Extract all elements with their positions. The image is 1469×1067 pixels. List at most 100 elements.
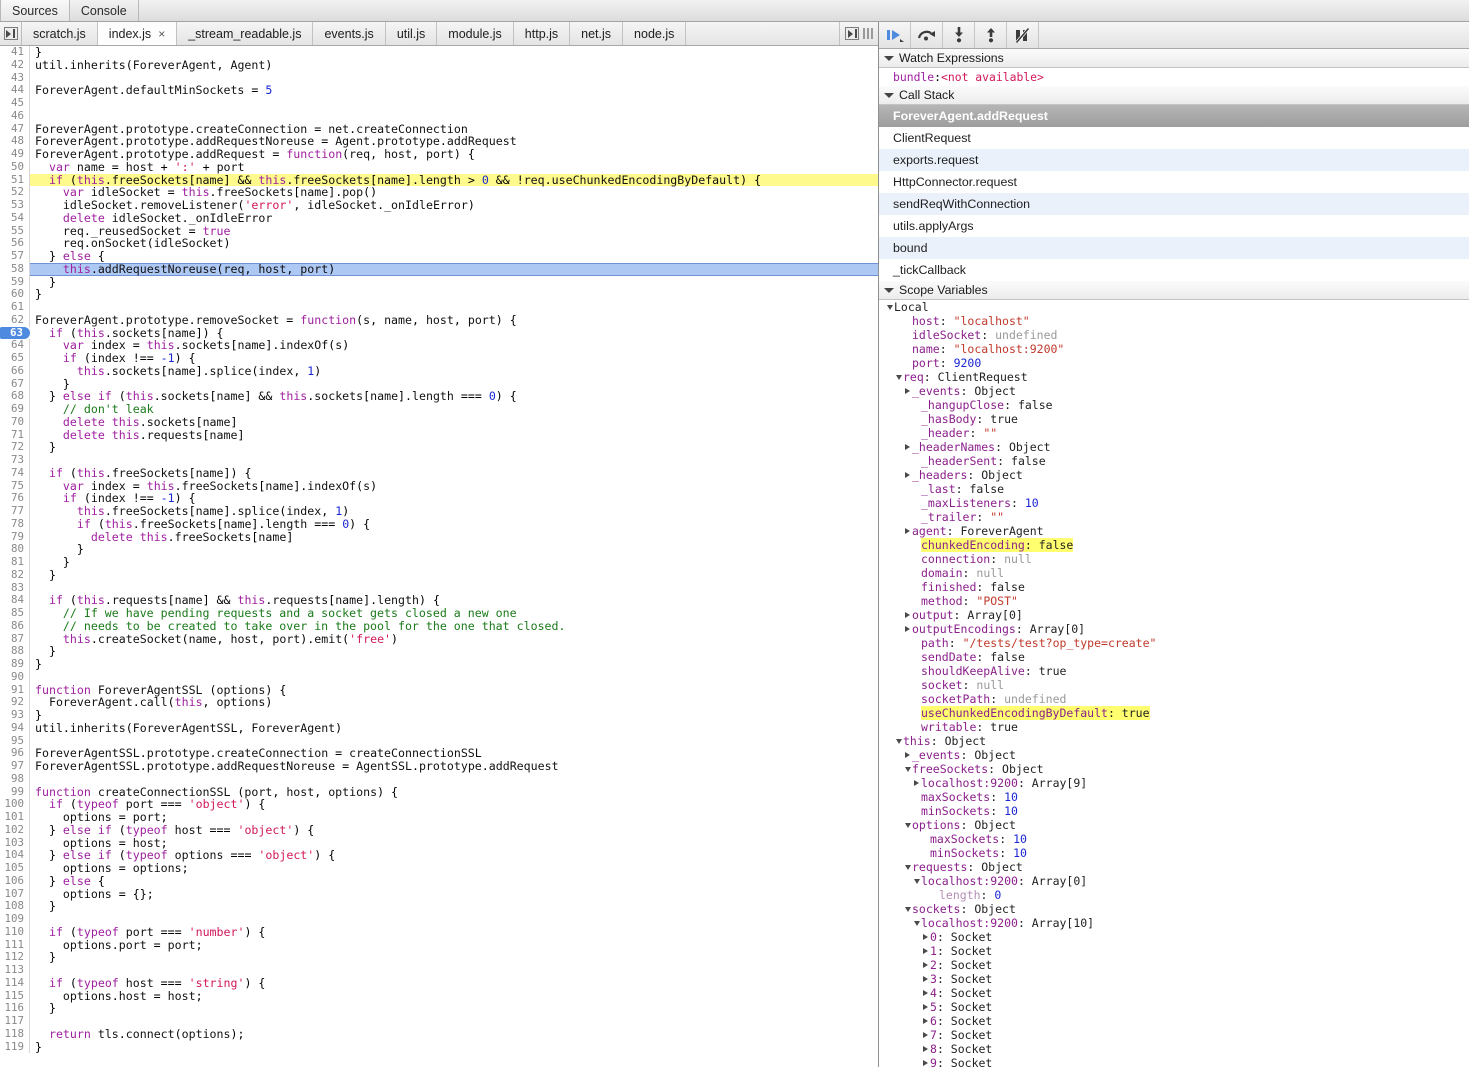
scope-variable-row[interactable]: _last: false [879,482,1469,496]
scope-variables-header[interactable]: Scope Variables [879,281,1469,300]
line-number[interactable]: 117 [0,1014,30,1028]
chevron-right-icon[interactable] [903,752,912,758]
call-stack-frame[interactable]: utils.applyArgs [879,215,1469,237]
line-number[interactable]: 61 [0,300,30,314]
code-line[interactable]: 41} [0,46,878,59]
line-number[interactable]: 73 [0,453,30,467]
scope-variable-row[interactable]: _hangupClose: false [879,398,1469,412]
line-number[interactable]: 58 [0,262,30,276]
line-number[interactable]: 102 [0,823,30,837]
scope-variable-row[interactable]: agent: ForeverAgent [879,524,1469,538]
scope-variable-row[interactable]: _events: Object [879,748,1469,762]
scope-variable-row[interactable]: _headerSent: false [879,454,1469,468]
code-line[interactable]: 74 if (this.freeSockets[name]) { [0,466,878,480]
line-number[interactable]: 70 [0,415,30,429]
line-number[interactable]: 86 [0,619,30,633]
scope-variable-row[interactable]: localhost:9200: Array[0] [879,874,1469,888]
chevron-right-icon[interactable] [903,528,912,534]
scope-variable-row[interactable]: connection: null [879,552,1469,566]
code-line[interactable]: 81 } [0,555,878,569]
code-line[interactable]: 44 ForeverAgent.defaultMinSockets = 5 [0,83,878,97]
resume-script-execution-button[interactable] [879,22,911,48]
line-number[interactable]: 69 [0,402,30,416]
code-line[interactable]: 58 this.addRequestNoreuse(req, host, por… [0,262,878,276]
scope-variable-row[interactable]: shouldKeepAlive: true [879,664,1469,678]
scope-variable-row[interactable]: maxSockets: 10 [879,790,1469,804]
chevron-down-icon[interactable] [903,822,912,828]
line-number[interactable]: 49 [0,147,30,161]
scope-variable-row[interactable]: _headerNames: Object [879,440,1469,454]
resize-grip-icon[interactable] [863,28,873,39]
call-stack-frame[interactable]: _tickCallback [879,259,1469,281]
line-number[interactable]: 57 [0,249,30,263]
line-number[interactable]: 45 [0,96,30,110]
scope-variable-row[interactable]: _trailer: "" [879,510,1469,524]
chevron-down-icon[interactable] [912,878,921,884]
file-tab-_stream_readable-js[interactable]: _stream_readable.js [177,22,314,45]
call-stack-frame[interactable]: exports.request [879,149,1469,171]
deactivate-breakpoints-button[interactable] [1007,22,1039,48]
scope-variable-row[interactable]: method: "POST" [879,594,1469,608]
code-line[interactable]: 107 options = {}; [0,887,878,901]
scope-variable-row[interactable]: domain: null [879,566,1469,580]
scope-variable-row[interactable]: _headers: Object [879,468,1469,482]
line-number[interactable]: 118 [0,1027,30,1041]
chevron-down-icon[interactable] [903,864,912,870]
line-number[interactable]: 93 [0,708,30,722]
close-icon[interactable]: × [158,28,165,40]
scope-variable-row[interactable]: 7: Socket [879,1028,1469,1042]
line-number[interactable]: 54 [0,211,30,225]
code-line[interactable]: 66 this.sockets[name].splice(index, 1) [0,364,878,378]
chevron-right-icon[interactable] [921,1018,930,1024]
scope-variable-row[interactable]: writable: true [879,720,1469,734]
scope-variable-row[interactable]: _header: "" [879,426,1469,440]
line-number[interactable]: 62 [0,313,30,327]
chevron-down-icon[interactable] [894,374,903,380]
scope-variable-row[interactable]: requests: Object [879,860,1469,874]
line-number[interactable]: 81 [0,555,30,569]
file-tab-node-js[interactable]: node.js [623,22,687,45]
scope-variable-row[interactable]: freeSockets: Object [879,762,1469,776]
scope-variable-row[interactable]: sockets: Object [879,902,1469,916]
line-number[interactable]: 110 [0,925,30,939]
tab-list-nav-button[interactable] [0,22,22,45]
scope-variable-row[interactable]: finished: false [879,580,1469,594]
code-line[interactable]: 93} [0,708,878,722]
scope-variable-row[interactable]: output: Array[0] [879,608,1469,622]
scope-variable-row[interactable]: 8: Socket [879,1042,1469,1056]
code-line[interactable]: 115 options.host = host; [0,989,878,1003]
code-line[interactable]: 106 } else { [0,874,878,888]
scope-variable-row[interactable]: port: 9200 [879,356,1469,370]
scope-variable-row[interactable]: name: "localhost:9200" [879,342,1469,356]
code-line[interactable]: 105 options = options; [0,861,878,875]
call-stack-header[interactable]: Call Stack [879,86,1469,105]
line-number[interactable]: 101 [0,810,30,824]
line-number[interactable]: 50 [0,160,30,174]
line-number[interactable]: 98 [0,772,30,786]
code-line[interactable]: 56 req.onSocket(idleSocket) [0,236,878,250]
scope-variable-row[interactable]: minSockets: 10 [879,804,1469,818]
code-line[interactable]: 112 } [0,950,878,964]
chevron-right-icon[interactable] [921,934,930,940]
code-line[interactable]: 102 } else if (typeof host === 'object')… [0,823,878,837]
line-number[interactable]: 74 [0,466,30,480]
scope-variable-row[interactable]: 6: Socket [879,1014,1469,1028]
code-line[interactable]: 119} [0,1040,878,1054]
chevron-right-icon[interactable] [921,976,930,982]
scope-variable-row[interactable]: this: Object [879,734,1469,748]
code-line[interactable]: 108 } [0,899,878,913]
line-number[interactable]: 77 [0,504,30,518]
line-number[interactable]: 42 [0,58,30,72]
code-line[interactable]: 116 } [0,1001,878,1015]
scope-variable-row[interactable]: options: Object [879,818,1469,832]
code-line[interactable]: 111 options.port = port; [0,938,878,952]
line-number[interactable]: 82 [0,568,30,582]
file-tab-http-js[interactable]: http.js [514,22,571,45]
chevron-right-icon[interactable] [903,388,912,394]
scope-root-row[interactable]: Local [879,300,1469,314]
call-stack-frame[interactable]: ClientRequest [879,127,1469,149]
line-number[interactable]: 105 [0,861,30,875]
scope-variable-row[interactable]: localhost:9200: Array[9] [879,776,1469,790]
scope-variable-row[interactable]: useChunkedEncodingByDefault: true [879,706,1469,720]
chevron-down-icon[interactable] [912,920,921,926]
